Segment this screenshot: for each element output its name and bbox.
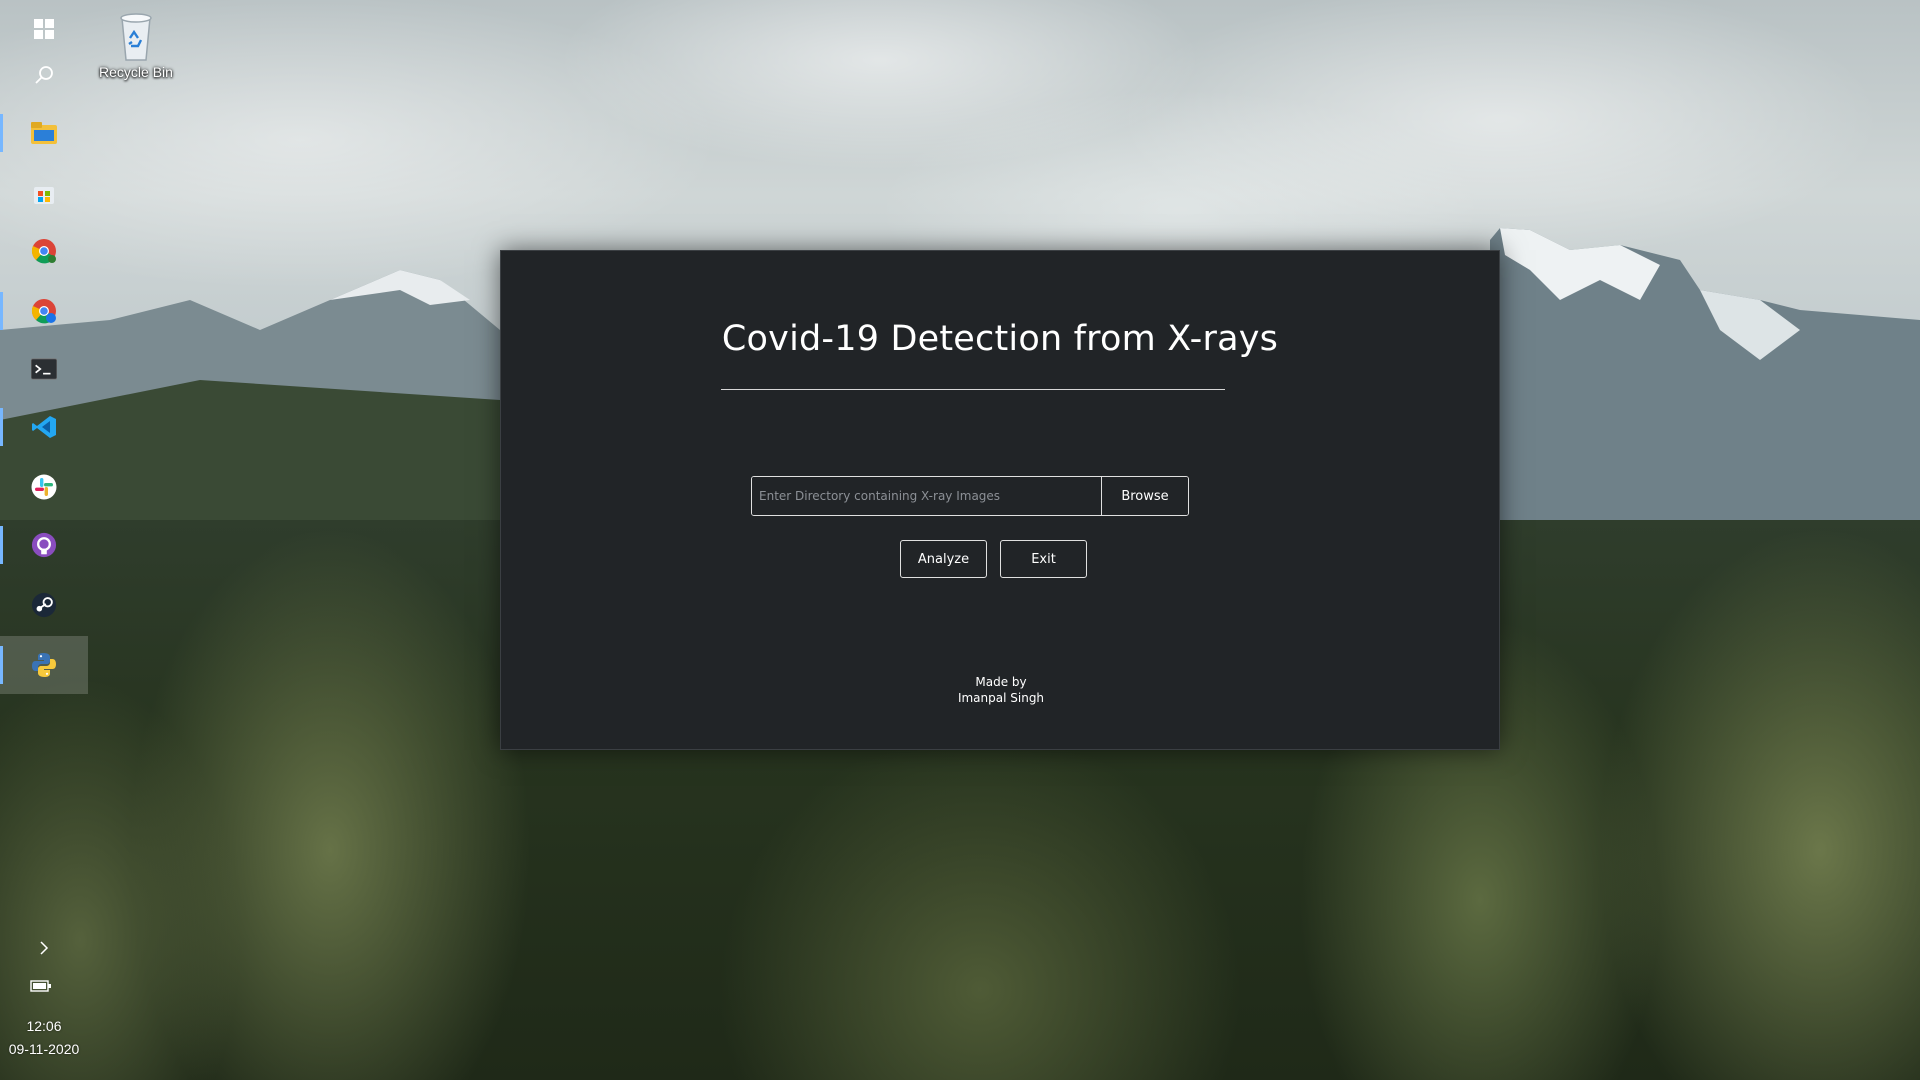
recycle-bin-label: Recycle Bin (99, 64, 173, 80)
chevron-right-icon (31, 935, 57, 961)
app-title: Covid-19 Detection from X-rays (721, 319, 1279, 359)
recycle-bin-icon (120, 13, 152, 61)
taskbar-github-desktop[interactable] (0, 516, 88, 574)
credit-block: Made by Imanpal Singh (881, 674, 1121, 706)
steam-icon (31, 592, 57, 618)
taskbar-chrome[interactable] (0, 222, 88, 280)
github-desktop-icon (31, 532, 57, 558)
directory-input[interactable] (752, 477, 1101, 515)
taskbar-slack[interactable] (0, 458, 88, 516)
tray-show-hidden-button[interactable] (0, 928, 88, 968)
taskbar-microsoft-store[interactable] (0, 164, 88, 222)
tray-clock-time[interactable]: 12:06 (0, 1015, 88, 1037)
python-icon (31, 652, 57, 678)
taskbar-file-explorer[interactable] (0, 104, 88, 162)
taskbar: 12:06 09-11-2020 (0, 0, 88, 1080)
taskbar-terminal[interactable] (0, 340, 88, 398)
exit-button[interactable]: Exit (1000, 540, 1087, 578)
search-icon (31, 62, 57, 88)
taskbar-chrome-profile[interactable] (0, 282, 88, 340)
terminal-icon (31, 356, 57, 382)
analyze-button[interactable]: Analyze (900, 540, 987, 578)
tray-battery-button[interactable] (0, 966, 88, 1006)
recycle-bin-desktop-icon[interactable]: Recycle Bin (96, 10, 176, 80)
chrome-profile-icon (31, 298, 57, 324)
file-explorer-icon (31, 120, 57, 146)
vscode-icon (31, 414, 57, 440)
credit-made-by: Made by (975, 675, 1027, 689)
microsoft-store-icon (31, 180, 57, 206)
tray-clock-date[interactable]: 09-11-2020 (0, 1038, 88, 1060)
covid-detector-window: Covid-19 Detection from X-rays Browse An… (500, 250, 1500, 750)
taskbar-python[interactable] (0, 636, 88, 694)
slack-icon (31, 474, 57, 500)
windows-start-icon (31, 16, 57, 42)
taskbar-steam[interactable] (0, 576, 88, 634)
browse-button[interactable]: Browse (1101, 477, 1188, 515)
taskbar-vscode[interactable] (0, 398, 88, 456)
chrome-icon (31, 238, 57, 264)
battery-icon (28, 973, 54, 999)
directory-input-group: Browse (751, 476, 1189, 516)
taskbar-search-button[interactable] (0, 46, 88, 104)
credit-author: Imanpal Singh (957, 691, 1045, 705)
title-divider (721, 389, 1225, 390)
